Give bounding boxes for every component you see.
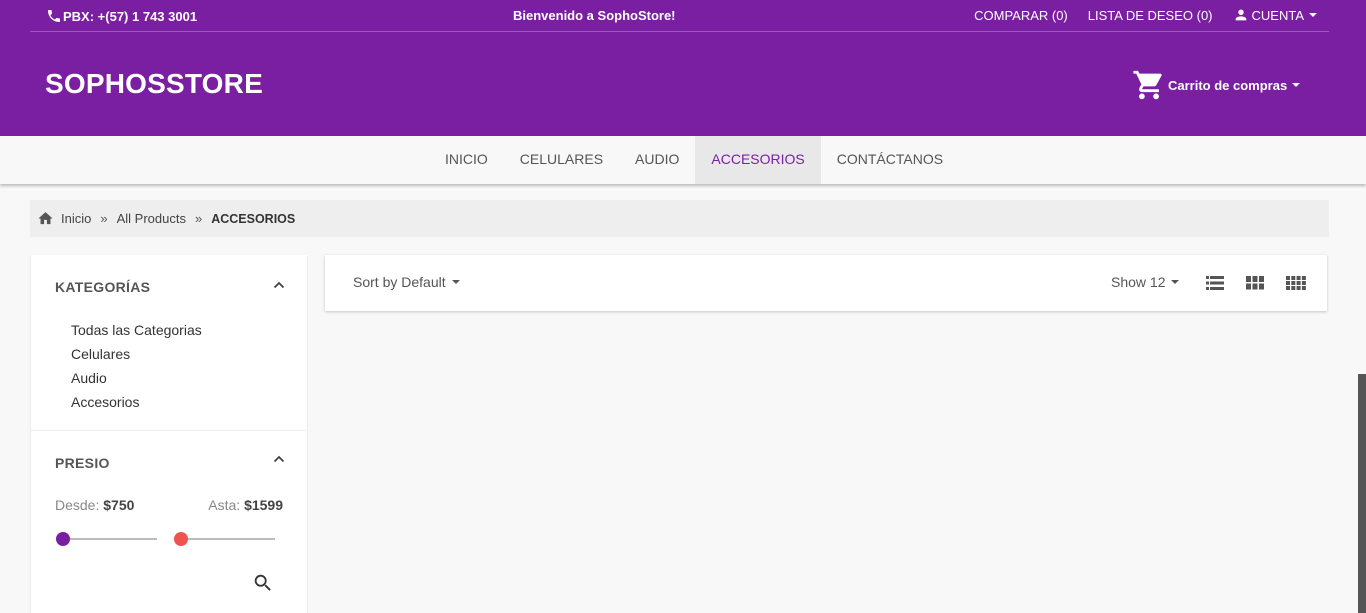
wishlist-link[interactable]: LISTA DE DESEO (0): [1088, 8, 1213, 23]
nav-item-accesorios[interactable]: ACCESORIOS: [695, 136, 821, 184]
sort-dropdown[interactable]: Sort by Default: [353, 274, 460, 290]
breadcrumb-all-products[interactable]: All Products: [117, 211, 186, 226]
phone-text: PBX: +(57) 1 743 3001: [63, 8, 198, 24]
compare-link[interactable]: COMPARAR (0): [974, 8, 1068, 23]
price-title: PRESIO: [55, 455, 110, 471]
breadcrumb-current: ACCESORIOS: [211, 211, 296, 226]
grid-view-icon[interactable]: [1246, 274, 1264, 292]
breadcrumb: Inicio » All Products » ACCESORIOS: [30, 200, 1329, 237]
price-from: Desde: $750: [55, 497, 134, 513]
price-to-label: Asta:: [208, 497, 241, 513]
nav-item-audio[interactable]: AUDIO: [619, 136, 695, 184]
site-logo[interactable]: SOPHOSSTORE: [45, 68, 263, 100]
welcome-text: Bienvenido a SophoStore!: [513, 8, 676, 23]
phone-icon: [48, 10, 60, 22]
category-item-accesorios[interactable]: Accesorios: [71, 393, 202, 417]
nav-item-inicio[interactable]: INICIO: [429, 136, 504, 184]
price-max-slider-handle[interactable]: [174, 532, 188, 546]
search-icon[interactable]: [252, 572, 274, 594]
chevron-down-icon: [451, 280, 460, 284]
scrollbar-thumb[interactable]: [1358, 374, 1366, 613]
main-nav: INICIO CELULARES AUDIO ACCESORIOS CONTÁC…: [0, 136, 1366, 184]
section-divider: [31, 430, 307, 431]
top-links: COMPARAR (0) LISTA DE DESEO (0) CUENTA: [974, 7, 1317, 23]
price-to: Asta: $1599: [208, 497, 283, 513]
sort-label: Sort by Default: [353, 274, 446, 290]
chevron-up-icon[interactable]: [273, 279, 285, 291]
account-label: CUENTA: [1251, 7, 1304, 23]
account-dropdown[interactable]: CUENTA: [1233, 7, 1317, 23]
cart-dropdown[interactable]: Carrito de compras: [1132, 68, 1301, 102]
price-min-slider-handle[interactable]: [56, 532, 70, 546]
filter-sidebar: KATEGORÍAS Todas las Categorias Celulare…: [31, 255, 307, 613]
site-header: PBX: +(57) 1 743 3001 Bienvenido a Sopho…: [0, 0, 1366, 136]
price-max-slider-track[interactable]: [181, 538, 275, 540]
home-icon: [38, 212, 53, 225]
nav-menu: INICIO CELULARES AUDIO ACCESORIOS CONTÁC…: [429, 136, 959, 184]
category-item-audio[interactable]: Audio: [71, 369, 202, 393]
products-toolbar: Sort by Default Show 12: [325, 255, 1327, 311]
price-min-slider-track[interactable]: [63, 538, 157, 540]
price-from-label: Desde:: [55, 497, 100, 513]
price-from-value: $750: [103, 497, 135, 513]
chevron-down-icon: [1292, 83, 1301, 87]
grid-small-view-icon[interactable]: [1286, 274, 1306, 292]
phone-info: PBX: +(57) 1 743 3001: [46, 8, 197, 24]
nav-item-celulares[interactable]: CELULARES: [504, 136, 619, 184]
category-item-todas[interactable]: Todas las Categorias: [71, 321, 202, 345]
chevron-up-icon[interactable]: [273, 453, 285, 465]
show-label: Show 12: [1111, 274, 1166, 290]
price-to-value: $1599: [244, 497, 283, 513]
category-list: Todas las Categorias Celulares Audio Acc…: [71, 321, 202, 417]
category-item-celulares[interactable]: Celulares: [71, 345, 202, 369]
cart-icon: [1133, 70, 1162, 100]
categories-title: KATEGORÍAS: [55, 279, 151, 295]
breadcrumb-separator: »: [194, 211, 203, 226]
show-count-dropdown[interactable]: Show 12: [1111, 274, 1180, 290]
nav-item-contactanos[interactable]: CONTÁCTANOS: [821, 136, 959, 184]
top-bar: PBX: +(57) 1 743 3001 Bienvenido a Sopho…: [30, 0, 1329, 32]
breadcrumb-separator: »: [100, 211, 108, 226]
person-icon: [1235, 9, 1246, 21]
list-view-icon[interactable]: [1206, 274, 1224, 292]
breadcrumb-home[interactable]: Inicio: [61, 211, 91, 226]
page-scrollbar[interactable]: [1358, 0, 1366, 613]
chevron-down-icon: [1171, 280, 1180, 284]
chevron-down-icon: [1309, 13, 1317, 17]
cart-label: Carrito de compras: [1168, 77, 1288, 93]
